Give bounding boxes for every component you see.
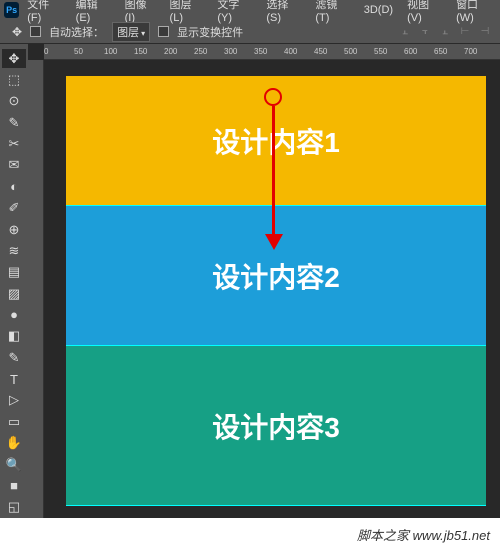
workspace: ✥ ⬚ ⊙ ✎ ✂ ✉ ◐ ✐ ⊕ ≋ ▤ ▨ ● ◧ ✎ T ▷ ▭ ✋ 🔍 … xyxy=(0,44,500,518)
ruler-tick: 100 xyxy=(104,47,117,56)
menu-select[interactable]: 选择(S) xyxy=(260,0,307,26)
chevron-down-icon: ▾ xyxy=(141,29,145,38)
ruler-tick: 250 xyxy=(194,47,207,56)
menu-layer[interactable]: 图层(L) xyxy=(164,0,210,26)
ruler-tick: 0 xyxy=(44,47,48,56)
align-hcenter-icon[interactable]: ⊣ xyxy=(478,25,492,39)
toolbox: ✥ ⬚ ⊙ ✎ ✂ ✉ ◐ ✐ ⊕ ≋ ▤ ▨ ● ◧ ✎ T ▷ ▭ ✋ 🔍 … xyxy=(0,44,28,518)
menu-3d[interactable]: 3D(D) xyxy=(358,2,399,18)
ruler-tick: 700 xyxy=(464,47,477,56)
show-transform-label: 显示变换控件 xyxy=(177,24,243,40)
auto-select-dropdown[interactable]: 图层▾ xyxy=(112,22,150,42)
align-vcenter-icon[interactable]: ⫟ xyxy=(418,25,432,39)
ruler-tick: 200 xyxy=(164,47,177,56)
eraser-tool[interactable]: ▤ xyxy=(2,263,26,282)
watermark-url: www.jb51.net xyxy=(413,528,490,543)
auto-select-checkbox[interactable] xyxy=(30,26,41,37)
ruler-tick: 450 xyxy=(314,47,327,56)
wand-tool[interactable]: ✎ xyxy=(2,113,26,132)
menubar: Ps 文件(F) 编辑(E) 图像(I) 图层(L) 文字(Y) 选择(S) 滤… xyxy=(0,0,500,20)
photoshop-app: Ps 文件(F) 编辑(E) 图像(I) 图层(L) 文字(Y) 选择(S) 滤… xyxy=(0,0,500,518)
shape-tool[interactable]: ▭ xyxy=(2,412,26,431)
watermark-text: 脚本之家 xyxy=(357,528,409,543)
menu-view[interactable]: 视图(V) xyxy=(401,0,448,26)
menu-type[interactable]: 文字(Y) xyxy=(211,0,258,26)
eyedropper-tool[interactable]: ✉ xyxy=(2,156,26,175)
ps-logo[interactable]: Ps xyxy=(4,2,19,18)
zoom-tool[interactable]: 🔍 xyxy=(2,455,26,474)
ruler-tick: 550 xyxy=(374,47,387,56)
design-block-1[interactable]: 设计内容1 xyxy=(66,76,486,206)
path-tool[interactable]: ▷ xyxy=(2,391,26,410)
move-tool[interactable]: ✥ xyxy=(2,49,26,68)
canvas[interactable]: 设计内容1 设计内容2 设计内容3 xyxy=(66,76,486,506)
menu-filter[interactable]: 滤镜(T) xyxy=(309,0,355,26)
ruler-vertical[interactable] xyxy=(28,60,44,518)
type-tool[interactable]: T xyxy=(2,369,26,388)
canvas-area: 0 50 100 150 200 250 300 350 400 450 500… xyxy=(28,44,500,518)
brush-tool[interactable]: ✐ xyxy=(2,199,26,218)
stamp-tool[interactable]: ⊕ xyxy=(2,220,26,239)
ruler-tick: 500 xyxy=(344,47,357,56)
dodge-tool[interactable]: ◧ xyxy=(2,327,26,346)
healing-tool[interactable]: ◐ xyxy=(2,177,26,196)
ruler-tick: 350 xyxy=(254,47,267,56)
auto-select-label: 自动选择： xyxy=(49,24,104,40)
ruler-tick: 400 xyxy=(284,47,297,56)
design-block-3[interactable]: 设计内容3 xyxy=(66,346,486,506)
align-top-icon[interactable]: ⫠ xyxy=(398,25,412,39)
ruler-tick: 300 xyxy=(224,47,237,56)
align-icons-group: ⫠ ⫟ ⫠ ⊢ ⊣ xyxy=(398,25,492,39)
ruler-tick: 650 xyxy=(434,47,447,56)
ruler-tick: 50 xyxy=(74,47,83,56)
marquee-tool[interactable]: ⬚ xyxy=(2,70,26,89)
pen-tool[interactable]: ✎ xyxy=(2,348,26,367)
history-tool[interactable]: ≋ xyxy=(2,241,26,260)
gradient-tool[interactable]: ▨ xyxy=(2,284,26,303)
ruler-tick: 600 xyxy=(404,47,417,56)
quickmask-tool[interactable]: ◱ xyxy=(2,498,26,517)
hand-tool[interactable]: ✋ xyxy=(2,433,26,452)
align-left-icon[interactable]: ⊢ xyxy=(458,25,472,39)
foreground-color[interactable]: ■ xyxy=(2,476,26,495)
show-transform-checkbox[interactable] xyxy=(158,26,169,37)
menu-window[interactable]: 窗口(W) xyxy=(450,0,500,26)
design-block-2[interactable]: 设计内容2 xyxy=(66,206,486,346)
crop-tool[interactable]: ✂ xyxy=(2,134,26,153)
menu-file[interactable]: 文件(F) xyxy=(21,0,67,26)
lasso-tool[interactable]: ⊙ xyxy=(2,92,26,111)
menu-edit[interactable]: 编辑(E) xyxy=(70,0,117,26)
align-bottom-icon[interactable]: ⫠ xyxy=(438,25,452,39)
move-tool-icon: ✥ xyxy=(12,25,22,39)
ruler-tick: 150 xyxy=(134,47,147,56)
watermark: 脚本之家 www.jb51.net xyxy=(357,525,490,544)
blur-tool[interactable]: ● xyxy=(2,305,26,324)
ruler-horizontal[interactable]: 0 50 100 150 200 250 300 350 400 450 500… xyxy=(44,44,500,60)
